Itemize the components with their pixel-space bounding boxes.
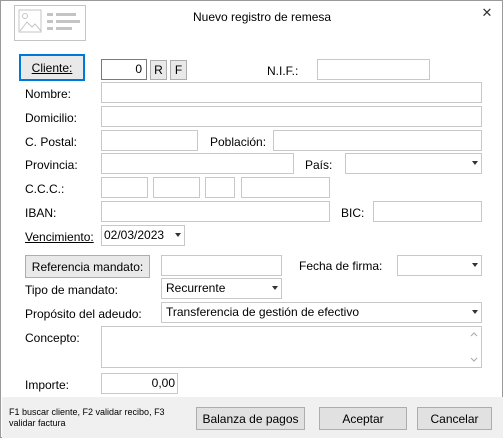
referencia-mandato-button[interactable]: Referencia mandato: <box>25 255 150 278</box>
dialog-window: Nuevo registro de remesa ✕ Cliente: 0 R … <box>0 0 503 438</box>
scroll-down-icon <box>470 357 478 362</box>
ccc-entidad-input[interactable] <box>101 177 148 198</box>
vencimiento-value: 02/03/2023 <box>104 228 165 242</box>
keyboard-hint: F1 buscar cliente, F2 validar recibo, F3… <box>9 407 165 428</box>
ccc-oficina-input[interactable] <box>153 177 200 198</box>
balanza-pagos-button[interactable]: Balanza de pagos <box>196 407 305 430</box>
proposito-value: Transferencia de gestión de efectivo <box>166 305 360 319</box>
nif-label: N.I.F.: <box>267 64 299 78</box>
cpostal-label: C. Postal: <box>25 135 78 149</box>
bic-input[interactable] <box>373 201 482 222</box>
tipo-mandato-value: Recurrente <box>166 281 226 295</box>
cliente-f-button[interactable]: F <box>170 60 187 80</box>
ccc-cuenta-input[interactable] <box>241 177 330 198</box>
cpostal-input[interactable] <box>101 130 198 151</box>
cliente-button[interactable]: Cliente: <box>19 54 85 81</box>
close-icon[interactable]: ✕ <box>477 4 497 22</box>
pais-label: País: <box>305 158 333 172</box>
iban-input[interactable] <box>101 201 330 222</box>
aceptar-button[interactable]: Aceptar <box>319 407 407 430</box>
footer-bar: F1 buscar cliente, F2 validar recibo, F3… <box>2 397 503 438</box>
chevron-down-icon <box>272 286 278 290</box>
tipo-mandato-label: Tipo de mandato: <box>25 283 118 297</box>
cancelar-button[interactable]: Cancelar <box>417 407 492 430</box>
domicilio-label: Domicilio: <box>25 111 78 125</box>
concepto-label: Concepto: <box>25 331 80 345</box>
proposito-select[interactable]: Transferencia de gestión de efectivo <box>161 302 482 323</box>
vencimiento-date-picker[interactable]: 02/03/2023 <box>101 225 185 246</box>
vencimiento-label: Vencimiento: <box>25 230 94 244</box>
poblacion-input[interactable] <box>273 130 482 151</box>
tipo-mandato-select[interactable]: Recurrente <box>161 278 282 299</box>
chevron-down-icon <box>472 161 478 165</box>
chevron-down-icon <box>472 263 478 267</box>
domicilio-input[interactable] <box>101 106 482 127</box>
fecha-firma-date-picker[interactable] <box>397 255 482 276</box>
referencia-mandato-input[interactable] <box>161 255 282 276</box>
pais-select[interactable] <box>345 153 482 174</box>
provincia-label: Provincia: <box>25 158 78 172</box>
chevron-down-icon <box>472 310 478 314</box>
proposito-label: Propósito del adeudo: <box>25 307 142 321</box>
provincia-input[interactable] <box>101 153 294 174</box>
importe-input[interactable]: 0,00 <box>101 373 178 394</box>
fecha-firma-label: Fecha de firma: <box>299 259 383 273</box>
cliente-code-input[interactable]: 0 <box>101 59 147 80</box>
scroll-up-icon <box>470 332 478 337</box>
scrollbar[interactable] <box>467 327 481 367</box>
iban-label: IBAN: <box>25 206 57 220</box>
ccc-label: C.C.C.: <box>25 182 65 196</box>
importe-label: Importe: <box>25 378 70 392</box>
bic-label: BIC: <box>341 206 365 220</box>
cliente-button-label: Cliente: <box>31 60 73 75</box>
poblacion-label: Población: <box>210 135 267 149</box>
window-title: Nuevo registro de remesa <box>193 10 332 24</box>
chevron-down-icon <box>175 233 181 237</box>
app-icon <box>14 5 86 41</box>
concepto-textarea[interactable] <box>101 326 482 368</box>
nombre-label: Nombre: <box>25 87 72 101</box>
ccc-dc-input[interactable] <box>205 177 235 198</box>
nif-input[interactable] <box>317 59 430 80</box>
cliente-r-button[interactable]: R <box>150 60 167 80</box>
nombre-input[interactable] <box>101 82 482 103</box>
